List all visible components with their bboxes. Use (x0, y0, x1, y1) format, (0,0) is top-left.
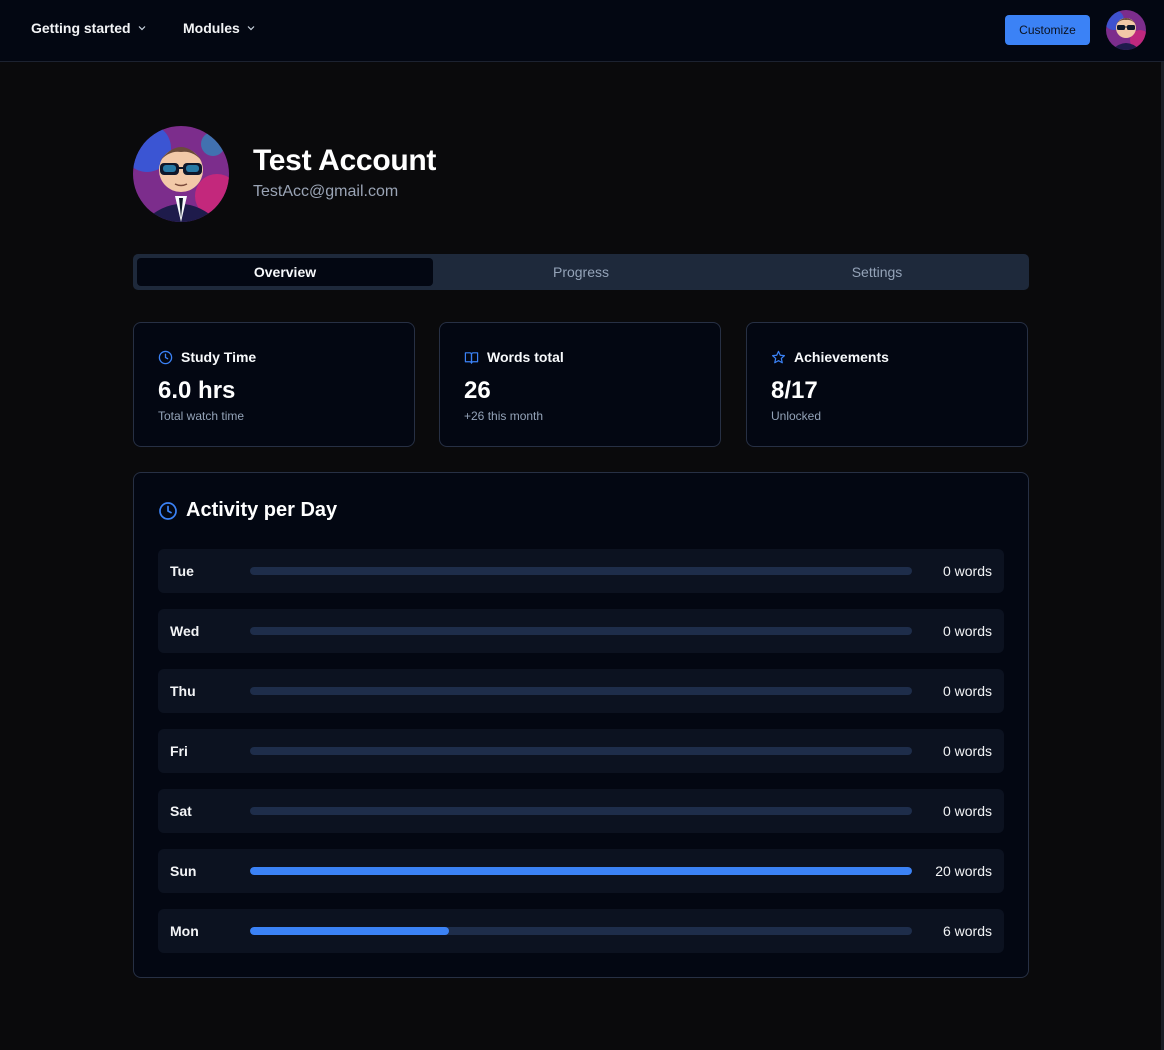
tab-overview[interactable]: Overview (137, 258, 433, 286)
customize-button[interactable]: Customize (1005, 15, 1090, 45)
nav-modules-label: Modules (183, 20, 240, 36)
activity-progress-track (250, 927, 912, 935)
stat-title: Achievements (794, 349, 889, 365)
activity-progress-track (250, 687, 912, 695)
activity-word-count: 0 words (942, 803, 992, 819)
stat-card-study-time: Study Time 6.0 hrs Total watch time (133, 322, 415, 447)
book-open-icon (464, 351, 479, 364)
activity-day-label: Sat (170, 803, 192, 819)
stat-title: Study Time (181, 349, 257, 365)
nav-modules[interactable]: Modules (183, 20, 256, 36)
star-icon (771, 350, 786, 363)
activity-day-label: Sun (170, 863, 197, 879)
activity-day-label: Tue (170, 563, 194, 579)
stat-value: 6.0 hrs (158, 377, 236, 404)
nav-getting-started[interactable]: Getting started (31, 20, 147, 36)
profile-tabs: Overview Progress Settings (133, 254, 1029, 290)
activity-progress-track (250, 567, 912, 575)
activity-word-count: 0 words (942, 743, 992, 759)
activity-row: Thu 0 words (158, 669, 1004, 713)
profile-name: Test Account (253, 144, 437, 177)
stat-title: Words total (487, 349, 564, 365)
chevron-down-icon (138, 26, 146, 31)
activity-row: Sun 20 words (158, 849, 1004, 893)
stat-card-achievements: Achievements 8/17 Unlocked (746, 322, 1028, 447)
activity-word-count: 20 words (935, 863, 992, 879)
activity-row: Tue 0 words (158, 549, 1004, 593)
activity-per-day-card: Activity per Day Tue 0 words Wed 0 words… (133, 472, 1029, 978)
activity-word-count: 0 words (942, 623, 992, 639)
stat-card-words-total: Words total 26 +26 this month (439, 322, 721, 447)
nav-getting-started-label: Getting started (31, 20, 131, 36)
clock-icon (159, 501, 177, 520)
activity-row: Mon 6 words (158, 909, 1004, 953)
stat-subtitle: Total watch time (158, 409, 245, 423)
tab-settings[interactable]: Settings (729, 258, 1025, 286)
activity-day-label: Mon (170, 923, 199, 939)
chevron-down-icon (247, 26, 255, 31)
activity-row: Wed 0 words (158, 609, 1004, 653)
stat-subtitle: +26 this month (464, 409, 544, 423)
activity-row: Sat 0 words (158, 789, 1004, 833)
activity-progress-fill (250, 867, 912, 875)
activity-title: Activity per Day (186, 499, 338, 521)
top-navigation-bar: Getting started Modules Customize (0, 0, 1164, 62)
user-avatar[interactable] (1106, 10, 1146, 50)
stat-value: 8/17 (771, 377, 818, 404)
activity-progress-track (250, 867, 912, 875)
stat-value: 26 (464, 377, 491, 404)
activity-word-count: 0 words (942, 563, 992, 579)
stat-subtitle: Unlocked (771, 409, 822, 423)
profile-avatar (133, 126, 229, 222)
activity-word-count: 0 words (942, 683, 992, 699)
activity-row: Fri 0 words (158, 729, 1004, 773)
activity-progress-track (250, 627, 912, 635)
activity-progress-fill (250, 927, 449, 935)
activity-day-label: Fri (170, 743, 188, 759)
activity-progress-track (250, 807, 912, 815)
tab-progress[interactable]: Progress (433, 258, 729, 286)
activity-day-label: Wed (170, 623, 200, 639)
activity-day-label: Thu (170, 683, 196, 699)
activity-progress-track (250, 747, 912, 755)
profile-email: TestAcc@gmail.com (253, 183, 399, 200)
activity-word-count: 6 words (942, 923, 992, 939)
clock-icon (158, 350, 173, 364)
